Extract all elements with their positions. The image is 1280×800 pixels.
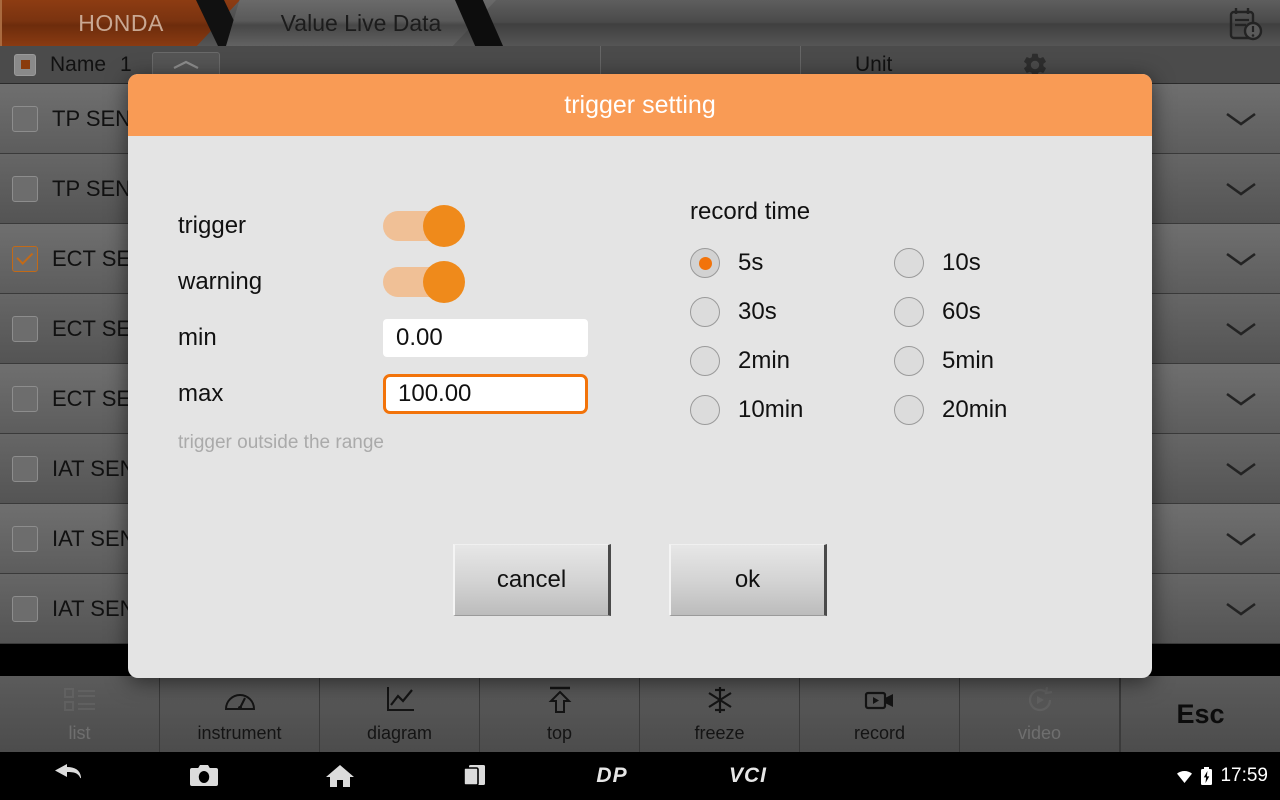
max-input[interactable]: 100.00 [383,374,588,414]
record-option-30s[interactable]: 30s [690,297,894,327]
radio-icon [690,346,720,376]
record-option-5s[interactable]: 5s [690,248,894,278]
dialog-title-bar: trigger setting [128,74,1152,136]
radio-icon [894,346,924,376]
min-label: min [178,324,383,352]
record-option-label: 5s [738,249,763,277]
trigger-toggle-knob [423,205,465,247]
dialog-title: trigger setting [564,91,715,120]
cancel-button[interactable]: cancel [453,544,611,616]
record-option-label: 5min [942,347,994,375]
trigger-label: trigger [178,212,383,240]
app-root: HONDA Value Live Data Name 1 [0,0,1280,800]
ok-button[interactable]: ok [669,544,827,616]
record-option-5min[interactable]: 5min [894,346,1098,376]
dialog-body: trigger warning min 0.00 max 100.00 trig… [128,136,1152,678]
warning-toggle[interactable] [383,267,461,297]
record-option-2min[interactable]: 2min [690,346,894,376]
trigger-row: trigger [178,198,640,254]
radio-icon [894,395,924,425]
radio-icon [690,248,720,278]
record-option-60s[interactable]: 60s [894,297,1098,327]
trigger-toggle[interactable] [383,211,461,241]
dialog-right-column: record time 5s 10s 30s 60s 2min 5min 10min 20mi… [690,198,1110,425]
warning-label: warning [178,268,383,296]
radio-icon [894,297,924,327]
min-input[interactable]: 0.00 [383,319,588,357]
record-option-label: 2min [738,347,790,375]
dialog-actions: cancel ok [128,544,1152,616]
record-option-20min[interactable]: 20min [894,395,1098,425]
max-label: max [178,380,383,408]
range-hint: trigger outside the range [178,432,640,454]
warning-toggle-knob [423,261,465,303]
record-time-options[interactable]: 5s 10s 30s 60s 2min 5min 10min 20min [690,248,1110,425]
record-option-10min[interactable]: 10min [690,395,894,425]
record-option-label: 30s [738,298,777,326]
dialog-left-column: trigger warning min 0.00 max 100.00 trig… [178,198,640,454]
record-option-label: 10s [942,249,981,277]
radio-icon [690,395,720,425]
min-row: min 0.00 [178,310,640,366]
warning-row: warning [178,254,640,310]
radio-icon [894,248,924,278]
record-option-label: 60s [942,298,981,326]
record-option-label: 10min [738,396,803,424]
record-option-10s[interactable]: 10s [894,248,1098,278]
record-time-label: record time [690,198,1110,226]
trigger-setting-dialog: trigger setting trigger warning min 0.00… [128,74,1152,678]
max-row: max 100.00 [178,366,640,422]
radio-icon [690,297,720,327]
record-option-label: 20min [942,396,1007,424]
